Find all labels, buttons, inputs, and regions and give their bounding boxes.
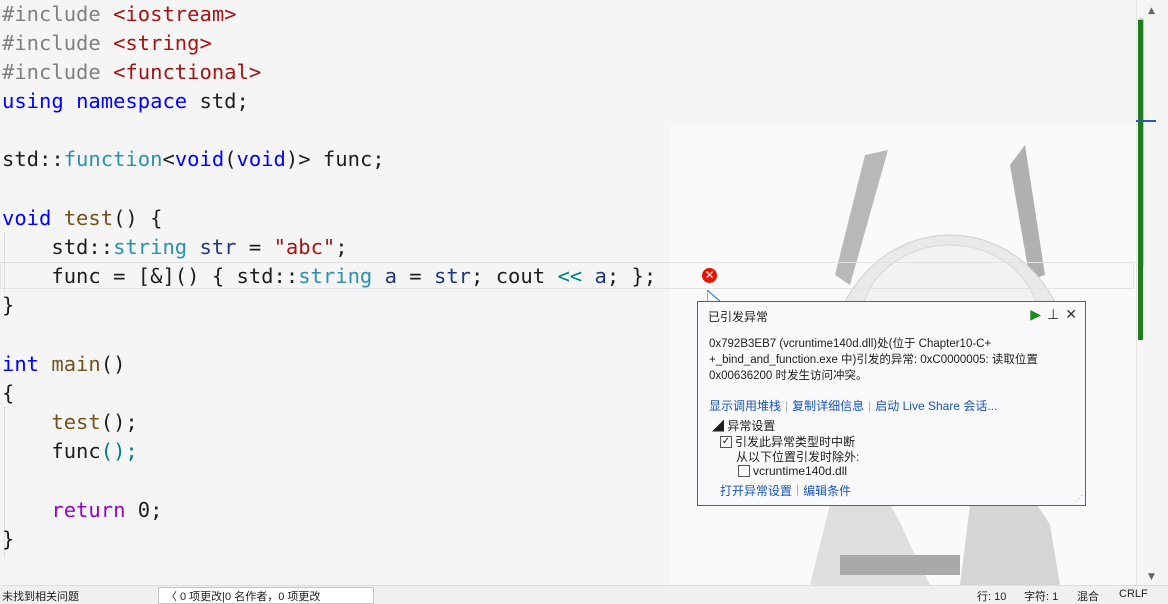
code-line-14[interactable]: {	[2, 379, 14, 408]
scroll-position-marker	[1136, 120, 1156, 122]
change-tracking-bar	[1138, 20, 1143, 340]
popup-title: 已引发异常	[708, 310, 769, 324]
token: int	[2, 352, 40, 376]
status-bar: 未找到相关问题 〈 0 项更改|0 名作者，0 项更改 行: 10 字符: 1 …	[0, 585, 1168, 604]
link-separator: |	[785, 398, 789, 413]
token: )> func;	[285, 147, 385, 171]
exception-settings-header[interactable]: ◢ 异常设置	[712, 417, 775, 434]
token: ();	[100, 410, 138, 434]
token: #include	[2, 31, 101, 55]
token: void	[2, 206, 52, 230]
token: <	[162, 147, 175, 171]
token: #include	[2, 60, 101, 84]
close-icon[interactable]: ✕	[1065, 306, 1077, 323]
edit-conditions-link[interactable]: 编辑条件	[803, 482, 851, 499]
dll-label: vcruntime140d.dll	[753, 464, 848, 478]
token: ()	[100, 352, 126, 376]
token: void	[174, 147, 225, 171]
scroll-down-arrow-icon[interactable]: ▼	[1148, 572, 1155, 582]
token: a	[372, 264, 397, 288]
resize-grip-icon[interactable]: ⋰	[1075, 494, 1083, 503]
break-checkbox[interactable]: ✓	[720, 435, 732, 448]
scroll-up-arrow-icon[interactable]: ▲	[1148, 6, 1155, 16]
code-line-1[interactable]: #include <iostream>	[2, 0, 237, 29]
code-line-6[interactable]: std::function<void(void)> func;	[2, 145, 385, 174]
token: function	[63, 147, 163, 171]
code-line-16[interactable]: func();	[2, 437, 138, 466]
token: ;	[335, 235, 348, 259]
code-line-2[interactable]: #include <string>	[2, 29, 212, 58]
token: a	[582, 264, 607, 288]
link-separator: |	[796, 482, 800, 496]
code-line-19[interactable]: }	[2, 525, 14, 554]
section-label: 异常设置	[727, 419, 776, 433]
indent-mode[interactable]: 混合	[1077, 588, 1099, 604]
token: func	[2, 439, 101, 463]
line-ending[interactable]: CRLF	[1119, 588, 1148, 600]
token: std::	[2, 147, 64, 171]
error-x-icon[interactable]: ✕	[702, 268, 717, 283]
token: string	[113, 235, 188, 259]
token: <functional>	[113, 60, 262, 84]
copy-details-link[interactable]: 复制详细信息	[792, 397, 864, 414]
open-exception-settings-link[interactable]: 打开异常设置	[720, 482, 792, 499]
code-line-13[interactable]: int main()	[2, 350, 125, 379]
start-liveshare-link[interactable]: 启动 Live Share 会话...	[875, 397, 997, 414]
token: std;	[187, 89, 249, 113]
char-number[interactable]: 字符: 1	[1024, 588, 1058, 604]
continue-play-icon[interactable]: ▶	[1030, 306, 1041, 323]
code-line-18[interactable]: return 0;	[2, 496, 162, 525]
code-line-10[interactable]: func = [&]() { std::string a = str; cout…	[2, 262, 656, 291]
token: str	[434, 264, 472, 288]
token: <iostream>	[113, 2, 237, 26]
except-label: 从以下位置引发时除外:	[736, 450, 860, 464]
code-line-9[interactable]: std::string str = "abc";	[2, 233, 348, 262]
token: =	[236, 235, 274, 259]
code-line-3[interactable]: #include <functional>	[2, 58, 261, 87]
token: ; cout	[471, 264, 558, 288]
left-arrow-icon: 〈	[166, 591, 177, 603]
code-line-4[interactable]: using namespace std;	[2, 87, 249, 116]
token: using	[2, 89, 64, 113]
issues-status[interactable]: 未找到相关问题	[2, 588, 79, 604]
token: () {	[113, 206, 163, 230]
token: test	[2, 410, 101, 434]
dll-exclusion-row[interactable]: vcruntime140d.dll	[738, 464, 847, 478]
token: #include	[2, 2, 101, 26]
token: std::	[2, 235, 114, 259]
token: namespace	[76, 89, 188, 113]
pin-icon[interactable]: ⊥	[1047, 306, 1059, 323]
token: return	[2, 498, 126, 522]
link-separator: |	[868, 398, 872, 413]
token: void	[236, 147, 286, 171]
line-number[interactable]: 行: 10	[977, 588, 1006, 604]
code-line-8[interactable]: void test() {	[2, 204, 162, 233]
exception-message: 0x792B3EB7 (vcruntime140d.dll)处(位于 Chapt…	[709, 338, 1038, 382]
token: main	[39, 352, 101, 376]
token: func = [&]() { std::	[2, 264, 299, 288]
exception-popup[interactable]: 已引发异常 ▶ ⊥ ✕ 0x792B3EB7 (vcruntime140d.dl…	[697, 301, 1086, 506]
except-label-row: 从以下位置引发时除外:	[736, 448, 859, 465]
code-line-15[interactable]: test();	[2, 408, 138, 437]
token: ();	[100, 439, 138, 463]
token: ; };	[606, 264, 657, 288]
show-callstack-link[interactable]: 显示调用堆栈	[709, 397, 781, 414]
token: (	[224, 147, 237, 171]
git-changes-status[interactable]: 0 项更改|0 名作者，0 项更改	[180, 588, 320, 604]
collapse-triangle-icon: ◢	[712, 419, 725, 433]
token: <<	[557, 264, 583, 288]
dll-checkbox[interactable]	[738, 465, 750, 477]
token: str	[187, 235, 237, 259]
token: <string>	[113, 31, 212, 55]
token: string	[298, 264, 373, 288]
token: "abc"	[273, 235, 336, 259]
code-line-11[interactable]: }	[2, 291, 14, 320]
token: =	[396, 264, 434, 288]
token: test	[51, 206, 114, 230]
token: 0;	[125, 498, 163, 522]
